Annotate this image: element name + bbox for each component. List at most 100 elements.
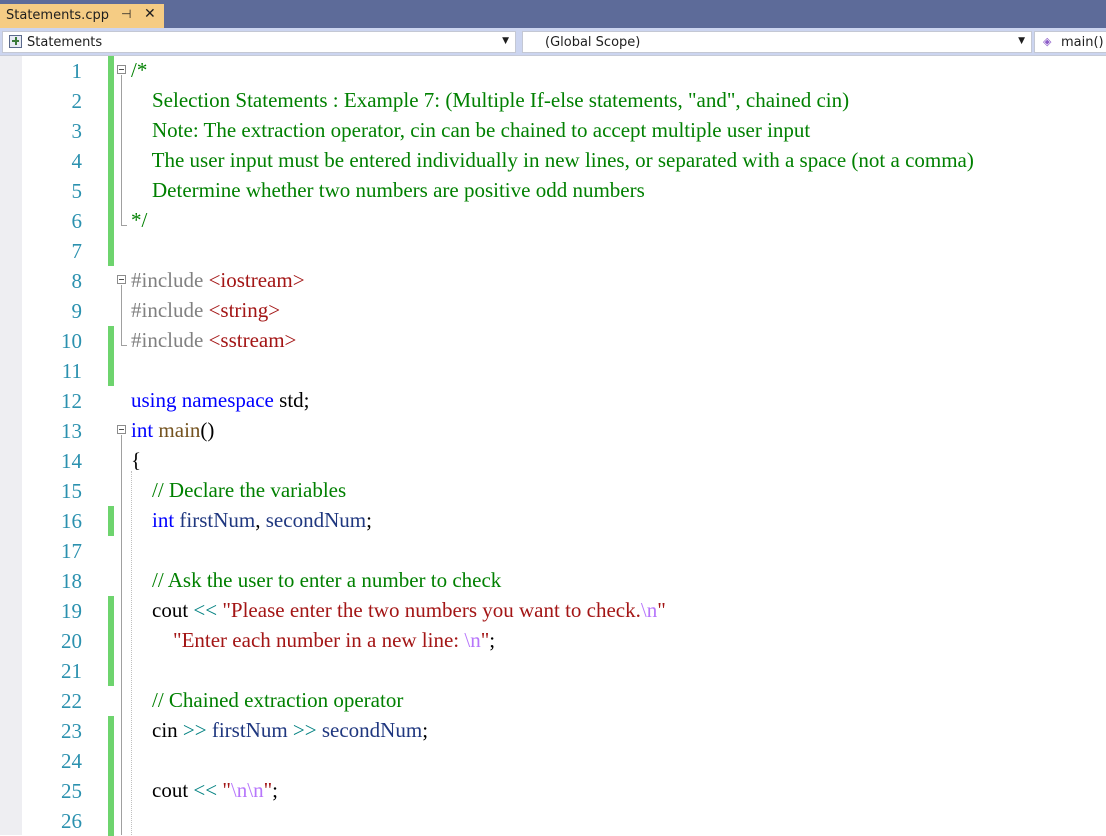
line-number: 21 [61,659,82,683]
change-marker [108,806,114,836]
code-token: /* [131,58,148,82]
code-token: { [131,448,142,472]
code-text[interactable]: */ [131,208,147,233]
tab-filename[interactable]: Statements.cpp [6,8,109,23]
pin-icon[interactable]: ⊣ [121,7,131,21]
project-dropdown[interactable]: Statements ▼ [2,31,516,53]
code-line[interactable]: 14 { [0,446,1106,476]
code-token: namespace [181,388,274,412]
code-line[interactable]: 12 using namespace std; [0,386,1106,416]
code-token: <string> [208,298,281,322]
code-line[interactable]: 20 "Enter each number in a new line: \n"… [0,626,1106,656]
code-token: << [193,598,218,622]
code-editor[interactable]: 1 /* 2 Selection Statements : Example 7: (… [0,56,1106,836]
code-text[interactable]: using namespace std; [131,388,309,413]
code-text[interactable]: // Chained extraction operator [131,688,403,713]
code-text[interactable]: /* [131,58,147,83]
code-text[interactable]: // Declare the variables [131,478,346,503]
chevron-down-icon[interactable]: ▼ [502,36,509,46]
code-token: >> [292,718,317,742]
code-line[interactable]: 7 [0,236,1106,266]
code-line[interactable]: 21 [0,656,1106,686]
outline-guide [121,75,122,225]
code-token: // Ask the user to enter a number to che… [131,568,502,592]
function-dropdown[interactable]: ◈ main() [1034,31,1106,53]
code-text[interactable]: #include <iostream> [131,268,305,293]
scope-dropdown[interactable]: (Global Scope) ▼ [522,31,1032,53]
outline-guide-end [121,225,127,226]
line-number: 2 [71,89,83,113]
code-text[interactable]: cin >> firstNum >> secondNum; [131,718,428,743]
line-number: 15 [61,479,82,503]
tab-statements-cpp[interactable]: Statements.cpp ⊣ ✕ [0,4,164,28]
code-text[interactable]: int main() [131,418,214,443]
code-token: " [657,598,666,622]
code-token: " [222,778,231,802]
code-token: #include [131,298,209,322]
code-token: ; [422,718,429,742]
code-line[interactable]: 23 cin >> firstNum >> secondNum; [0,716,1106,746]
code-text[interactable]: // Ask the user to enter a number to che… [131,568,501,593]
code-line[interactable]: 1 /* [0,56,1106,86]
code-line[interactable]: 5 Determine whether two numbers are posi… [0,176,1106,206]
code-line[interactable]: 25 cout << "\n\n"; [0,776,1106,806]
code-token: ; [489,628,496,652]
code-text[interactable]: #include <sstream> [131,328,296,353]
code-line[interactable]: 15 // Declare the variables [0,476,1106,506]
document-tab-strip: Statements.cpp ⊣ ✕ [0,0,1106,28]
code-text[interactable]: #include <string> [131,298,280,323]
code-line[interactable]: 10 #include <sstream> [0,326,1106,356]
code-text[interactable]: { [131,448,141,473]
code-line[interactable]: 19 cout << "Please enter the two numbers… [0,596,1106,626]
collapse-icon[interactable] [117,275,126,284]
code-text[interactable]: Selection Statements : Example 7: (Multi… [131,88,849,113]
code-line[interactable]: 26 [0,806,1106,836]
code-token: int [152,508,175,532]
code-text[interactable]: int firstNum, secondNum; [131,508,372,533]
code-token: Determine whether two numbers are positi… [131,178,645,202]
code-line[interactable]: 2 Selection Statements : Example 7: (Mul… [0,86,1106,116]
code-token: , [255,508,266,532]
code-text[interactable]: "Enter each number in a new line: \n"; [131,628,495,653]
code-token: #include [131,328,209,352]
line-number: 9 [71,299,83,323]
code-token: cin [131,718,183,742]
change-marker [108,356,114,386]
line-number: 18 [61,569,82,593]
code-line[interactable]: 24 [0,746,1106,776]
code-line[interactable]: 4 The user input must be entered individ… [0,146,1106,176]
code-line[interactable]: 18 // Ask the user to enter a number to … [0,566,1106,596]
code-token: main [158,418,201,442]
collapse-icon[interactable] [117,425,126,434]
change-marker [108,236,114,266]
code-line[interactable]: 3 Note: The extraction operator, cin can… [0,116,1106,146]
code-line[interactable]: 11 [0,356,1106,386]
code-token: << [193,778,218,802]
collapse-icon[interactable] [117,65,126,74]
code-text[interactable]: cout << "Please enter the two numbers yo… [131,598,666,623]
code-line[interactable]: 8 #include <iostream> [0,266,1106,296]
code-text[interactable]: The user input must be entered individua… [131,148,974,173]
line-number: 5 [71,179,83,203]
change-marker [108,86,114,116]
code-line[interactable]: 22 // Chained extraction operator [0,686,1106,716]
close-icon[interactable]: ✕ [144,6,156,22]
code-line[interactable]: 6 */ [0,206,1106,236]
code-token: >> [182,718,207,742]
project-label: Statements [27,35,103,50]
code-line[interactable]: 16 int firstNum, secondNum; [0,506,1106,536]
scope-label: (Global Scope) [545,35,641,50]
line-number: 13 [61,419,82,443]
code-line[interactable]: 13 int main() [0,416,1106,446]
outline-guide-end [121,345,127,346]
code-text[interactable]: Note: The extraction operator, cin can b… [131,118,810,143]
code-line[interactable]: 9 #include <string> [0,296,1106,326]
chevron-down-icon[interactable]: ▼ [1018,36,1025,46]
code-text[interactable]: Determine whether two numbers are positi… [131,178,645,203]
code-line[interactable]: 17 [0,536,1106,566]
code-token: secondNum [265,508,367,532]
indent-guide [131,471,132,835]
code-text[interactable]: cout << "\n\n"; [131,778,278,803]
